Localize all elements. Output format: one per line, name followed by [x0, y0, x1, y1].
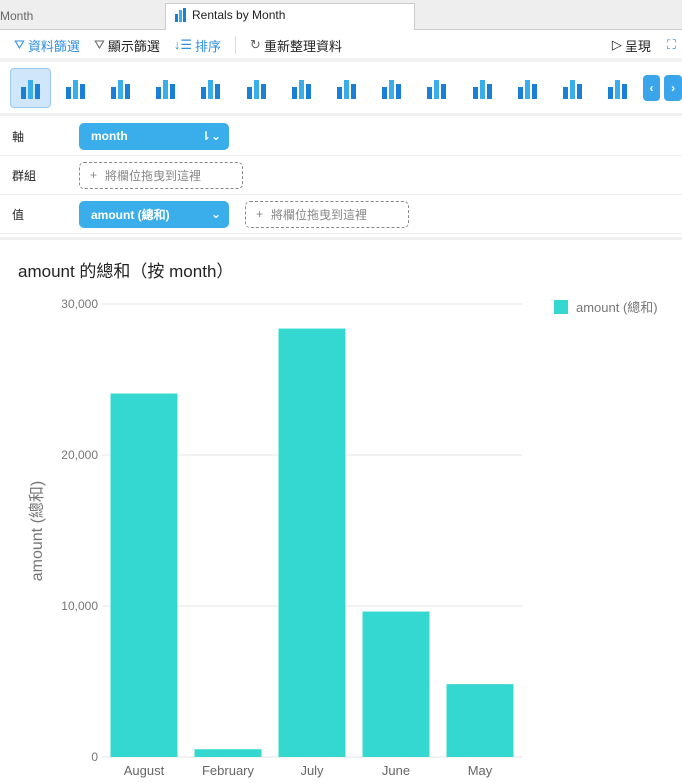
legend-label: amount (總和) [576, 300, 658, 315]
label: 重新整理資料 [263, 38, 342, 54]
y-axis-label: amount (總和) [28, 481, 46, 581]
fullscreen-icon: ⛶ [666, 37, 676, 52]
display-filter-button[interactable]: ⛛ 顯示篩選 [94, 36, 160, 55]
chart-type-area[interactable] [236, 68, 277, 108]
plus-icon: + [256, 207, 264, 221]
tab-month[interactable]: Month [0, 3, 164, 30]
field-name: month [91, 129, 128, 143]
data-filter-button[interactable]: ⛛ 資料篩選 [14, 36, 80, 55]
placeholder: 將欄位拖曳到這裡 [271, 207, 368, 222]
bar-chart: 0 10,000 20,000 30,000 August February July Jun… [28, 297, 658, 778]
label: 資料篩選 [27, 38, 80, 54]
tab-label: Rentals by Month [192, 8, 286, 22]
scroll-right-button[interactable]: › [664, 74, 682, 101]
divider [235, 36, 237, 54]
line-icon [201, 79, 221, 99]
x-tick-label: June [382, 763, 410, 778]
group-drop-zone[interactable]: + 將欄位拖曳到這裡 [79, 161, 243, 189]
stacked-column-icon [65, 79, 85, 99]
value-drop-zone[interactable]: + 將欄位拖曳到這裡 [245, 200, 409, 228]
pie-icon [517, 79, 537, 99]
sort-icon: ↓☰ [173, 37, 193, 52]
placeholder: 將欄位拖曳到這裡 [105, 168, 202, 183]
scatter-icon [608, 79, 628, 99]
stacked-area-icon [291, 79, 311, 99]
x-tick-label: May [468, 763, 493, 778]
refresh-icon: ↻ [250, 37, 261, 52]
chart-type-pie[interactable] [507, 68, 548, 108]
x-tick-label: February [202, 763, 255, 778]
chart-type-stacked-column-line[interactable] [372, 68, 413, 108]
tab-bar: Month Rentals by Month [0, 0, 682, 30]
bar-august [110, 393, 178, 757]
funnel-icon [472, 79, 492, 99]
area-icon [246, 79, 266, 99]
legend-swatch [554, 300, 568, 314]
group-row: 群組 + 將欄位拖曳到這裡 [0, 156, 682, 195]
label: 顯示篩選 [107, 38, 160, 54]
chart-area: amount 的總和（按 month） 0 10,000 20,000 30,000 A… [0, 237, 682, 780]
axis-label: 軸 [12, 129, 25, 144]
label: 呈現 [624, 38, 651, 54]
chart-type-funnel[interactable] [462, 68, 503, 108]
y-tick-label: 30,000 [61, 297, 98, 311]
plus-icon: + [90, 168, 98, 182]
y-tick-label: 10,000 [61, 599, 98, 613]
sort-chevron-down-icon[interactable]: ⇂⌄ [201, 129, 221, 143]
present-icon: ▷ [611, 37, 622, 52]
stacked-bar-icon [156, 79, 176, 99]
tab-rentals-by-month[interactable]: Rentals by Month [165, 3, 415, 30]
x-tick-label: July [300, 763, 324, 778]
chart-type-clustered-bar[interactable] [100, 68, 141, 108]
chart-type-line[interactable] [191, 68, 232, 108]
chart-type-doughnut[interactable] [552, 68, 593, 108]
refresh-button[interactable]: ↻ 重新整理資料 [250, 36, 342, 55]
sort-button[interactable]: ↓☰ 排序 [174, 36, 221, 55]
axis-field-pill[interactable]: month ⇂⌄ [79, 122, 229, 150]
filter-icon: ⛛ [93, 37, 105, 52]
chart-type-scatter[interactable] [597, 68, 638, 108]
y-tick-label: 20,000 [61, 448, 98, 462]
fullscreen-button[interactable]: ⛶ [667, 37, 676, 53]
group-label: 群組 [12, 168, 37, 183]
field-name: amount (總和) [91, 207, 170, 222]
waterfall-icon [427, 79, 447, 99]
chart-type-stacked-area[interactable] [281, 68, 322, 108]
clustered-bar-icon [111, 79, 131, 99]
doughnut-icon [562, 79, 582, 99]
label: 排序 [195, 38, 222, 54]
present-button[interactable]: ▷ 呈現 [612, 36, 651, 55]
bar-chart-icon [175, 8, 186, 22]
chevron-down-icon[interactable]: ⌄ [211, 207, 221, 221]
chart-type-column-line[interactable] [326, 68, 367, 108]
bar-july [278, 328, 346, 757]
value-field-pill[interactable]: amount (總和) ⌄ [79, 200, 229, 228]
chart-type-stacked-bar[interactable] [146, 68, 187, 108]
stacked-column-line-icon [382, 79, 402, 99]
axis-row: 軸 month ⇂⌄ [0, 117, 682, 156]
value-row: 值 amount (總和) ⌄ + 將欄位拖曳到這裡 [0, 195, 682, 234]
chart-type-waterfall[interactable] [417, 68, 458, 108]
tab-label: Month [0, 9, 34, 23]
column-line-icon [336, 79, 356, 99]
value-label: 值 [12, 207, 25, 222]
bar-february [194, 749, 262, 757]
filter-icon: ⛛ [14, 37, 25, 52]
toolbar: ⛛ 資料篩選 ⛛ 顯示篩選 ↓☰ 排序 ↻ 重新整理資料 ▷ 呈現 ⛶ [0, 32, 682, 62]
y-tick-label: 0 [91, 750, 98, 764]
bar-may [446, 684, 514, 757]
chart-type-clustered-column[interactable] [10, 67, 52, 108]
x-tick-label: August [124, 763, 165, 778]
chart-type-stacked-column[interactable] [55, 68, 96, 108]
bar-june [362, 611, 430, 757]
scroll-left-button[interactable]: ‹ [642, 74, 661, 101]
clustered-column-icon [20, 79, 40, 99]
chart-type-picker: ‹ › [0, 62, 682, 116]
